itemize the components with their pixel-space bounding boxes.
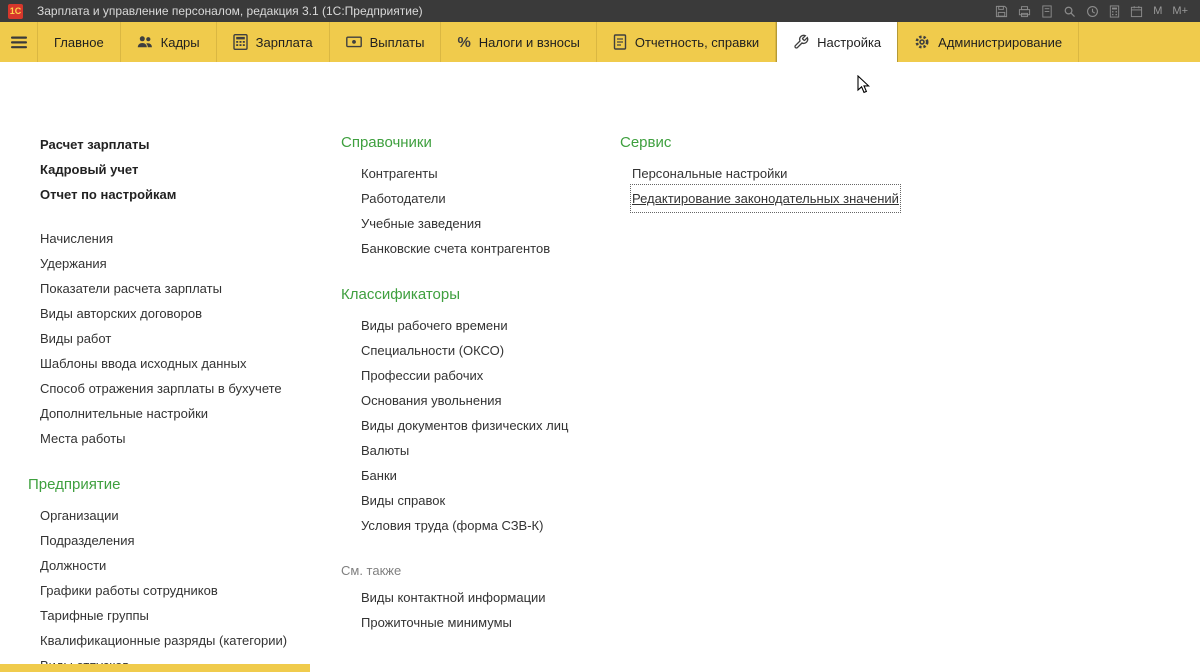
- gear-icon: [914, 34, 930, 50]
- menu-link[interactable]: Тарифные группы: [40, 603, 149, 628]
- tab-kadry[interactable]: Кадры: [121, 22, 217, 62]
- tab-label: Настройка: [817, 34, 882, 50]
- history-icon[interactable]: [1086, 5, 1099, 18]
- app-logo-icon: 1С: [8, 3, 23, 19]
- tab-label: Налоги и взносы: [478, 34, 580, 50]
- menu-link-otchet-po-nastroykam[interactable]: Отчет по настройкам: [40, 182, 176, 207]
- banknote-icon: [345, 35, 362, 49]
- report-document-icon: [613, 34, 627, 50]
- menu-link[interactable]: Основания увольнения: [361, 388, 502, 413]
- section-header-spravochniki: Справочники: [341, 134, 432, 151]
- print-preview-icon[interactable]: [1041, 4, 1053, 18]
- menu-link[interactable]: Банковские счета контрагентов: [361, 236, 550, 261]
- wrench-icon: [793, 34, 809, 50]
- tab-administrirovanie[interactable]: Администрирование: [898, 22, 1080, 62]
- menu-link[interactable]: Организации: [40, 503, 119, 528]
- menu-link[interactable]: Дополнительные настройки: [40, 401, 208, 426]
- menu-link[interactable]: Прожиточные минимумы: [361, 610, 512, 635]
- calendar-icon[interactable]: [1130, 5, 1143, 18]
- menu-column-spravochniki: Справочники Контрагенты Работодатели Уче…: [341, 130, 568, 635]
- menu-column-servis: Сервис Персональные настройки Редактиров…: [620, 130, 901, 213]
- menu-link[interactable]: Способ отражения зарплаты в бухучете: [40, 376, 282, 401]
- menu-link[interactable]: Подразделения: [40, 528, 135, 553]
- section-header-klassifikatory: Классификаторы: [341, 286, 461, 303]
- menu-link[interactable]: Валюты: [361, 438, 409, 463]
- menu-link[interactable]: Графики работы сотрудников: [40, 578, 218, 603]
- tab-glavnoe[interactable]: Главное: [38, 22, 121, 62]
- menu-link[interactable]: Должности: [40, 553, 106, 578]
- memory-button[interactable]: M: [1153, 5, 1162, 17]
- bottom-frame-strip: [0, 664, 310, 672]
- percent-icon: %: [457, 33, 471, 51]
- tab-zarplata[interactable]: Зарплата: [217, 22, 330, 62]
- menu-link[interactable]: Виды работ: [40, 326, 111, 351]
- section-header-servis: Сервис: [620, 134, 672, 151]
- menu-link[interactable]: Виды авторских договоров: [40, 301, 202, 326]
- tab-label: Выплаты: [369, 34, 425, 50]
- tab-label: Главное: [54, 34, 104, 50]
- menu-link[interactable]: Удержания: [40, 251, 107, 276]
- section-tabs-bar: Главное Кадры Зарплата Выплаты % Налоги …: [0, 22, 1200, 62]
- menu-link[interactable]: Профессии рабочих: [361, 363, 483, 388]
- menu-link[interactable]: Виды контактной информации: [361, 585, 546, 610]
- print-icon[interactable]: [1018, 5, 1031, 18]
- tab-label: Администрирование: [938, 34, 1063, 50]
- menu-link-raschet-zarplaty[interactable]: Расчет зарплаты: [40, 132, 149, 157]
- titlebar: 1С Зарплата и управление персоналом, ред…: [0, 0, 1200, 22]
- calculator-icon[interactable]: [1109, 4, 1120, 18]
- zoom-icon[interactable]: [1063, 5, 1076, 18]
- tab-label: Отчетность, справки: [634, 34, 760, 50]
- section-header-predpriyatie: Предприятие: [28, 476, 121, 493]
- menu-link[interactable]: Банки: [361, 463, 397, 488]
- settings-menu-panel: Расчет зарплаты Кадровый учет Отчет по н…: [0, 62, 1200, 672]
- menu-link[interactable]: Места работы: [40, 426, 126, 451]
- tab-otchetnost[interactable]: Отчетность, справки: [597, 22, 777, 62]
- menu-link[interactable]: Шаблоны ввода исходных данных: [40, 351, 246, 376]
- menu-link[interactable]: Начисления: [40, 226, 113, 251]
- menu-link[interactable]: Специальности (ОКСО): [361, 338, 504, 363]
- menu-link[interactable]: Контрагенты: [361, 161, 438, 186]
- menu-link-personalnye-nastroyki[interactable]: Персональные настройки: [632, 161, 787, 186]
- menu-link[interactable]: Работодатели: [361, 186, 446, 211]
- window-title: Зарплата и управление персоналом, редакц…: [37, 4, 423, 18]
- menu-link-kadrovy-uchet[interactable]: Кадровый учет: [40, 157, 138, 182]
- titlebar-tools: M M+: [995, 4, 1188, 18]
- menu-link-redaktirovanie-zakonodatelnyh[interactable]: Редактирование законодательных значений: [630, 184, 901, 213]
- menu-link[interactable]: Показатели расчета зарплаты: [40, 276, 222, 301]
- people-icon: [137, 34, 153, 50]
- menu-link[interactable]: Виды рабочего времени: [361, 313, 508, 338]
- menu-column-main: Расчет зарплаты Кадровый учет Отчет по н…: [28, 132, 287, 672]
- menu-link[interactable]: Виды документов физических лиц: [361, 413, 568, 438]
- menu-link[interactable]: Учебные заведения: [361, 211, 481, 236]
- tab-label: Зарплата: [255, 34, 313, 50]
- menu-link[interactable]: Условия труда (форма СЗВ-К): [361, 513, 543, 538]
- hamburger-icon: [10, 36, 27, 48]
- see-also-label: См. также: [341, 563, 402, 578]
- menu-link[interactable]: Виды справок: [361, 488, 445, 513]
- tab-nalogi[interactable]: % Налоги и взносы: [441, 22, 597, 62]
- main-menu-button[interactable]: [0, 22, 38, 62]
- menu-link[interactable]: Квалификационные разряды (категории): [40, 628, 287, 653]
- tab-nastroyka[interactable]: Настройка: [776, 22, 899, 62]
- tab-label: Кадры: [160, 34, 200, 50]
- save-icon[interactable]: [995, 5, 1008, 18]
- calculator-grid-icon: [232, 34, 248, 50]
- tab-vyplaty[interactable]: Выплаты: [330, 22, 442, 62]
- memory-plus-button[interactable]: M+: [1172, 5, 1188, 17]
